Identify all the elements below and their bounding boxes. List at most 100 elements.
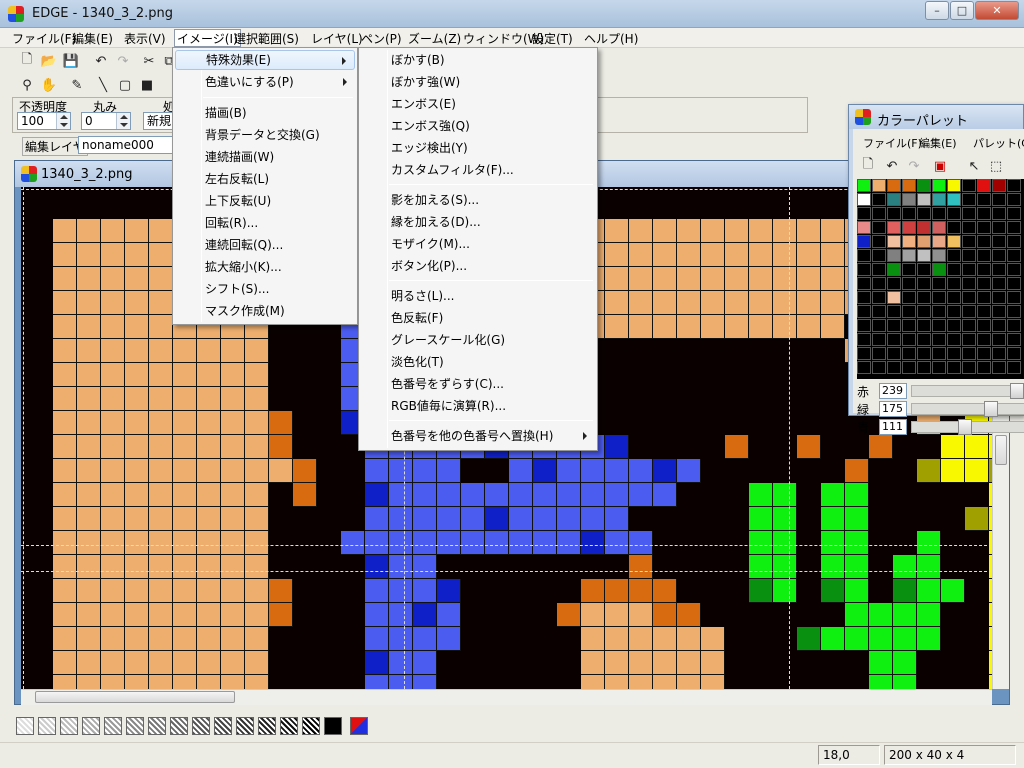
pixel-cell[interactable] (125, 291, 149, 315)
pixel-cell[interactable] (629, 219, 653, 243)
pixel-cell[interactable] (101, 435, 125, 459)
pixel-cell[interactable] (53, 411, 77, 435)
palette-swatch[interactable] (887, 347, 901, 360)
palette-swatch[interactable] (872, 277, 886, 290)
pixel-cell[interactable] (389, 603, 413, 627)
palette-swatch[interactable] (962, 319, 976, 332)
fill-pattern-6[interactable] (148, 717, 166, 735)
pixel-cell[interactable] (749, 507, 773, 531)
pixel-cell[interactable] (245, 483, 269, 507)
pixel-cell[interactable] (773, 579, 797, 603)
pixel-cell[interactable] (533, 531, 557, 555)
pixel-cell[interactable] (797, 267, 821, 291)
pixel-cell[interactable] (173, 627, 197, 651)
new-file-icon[interactable]: 🗋 (18, 52, 36, 70)
pixel-cell[interactable] (653, 627, 677, 651)
line-icon[interactable]: ╲ (94, 76, 112, 94)
pixel-cell[interactable] (197, 579, 221, 603)
fill-pattern-10[interactable] (236, 717, 254, 735)
palette-swatch[interactable] (872, 319, 886, 332)
pixel-cell[interactable] (581, 483, 605, 507)
palette-swatch[interactable] (932, 277, 946, 290)
rgb-slider[interactable] (911, 419, 1024, 435)
pixel-cell[interactable] (845, 483, 869, 507)
palette-pointer-icon[interactable]: ↖ (965, 157, 983, 175)
image-menu-item-7[interactable]: 回転(R)... (175, 213, 355, 233)
palette-swatch[interactable] (917, 235, 931, 248)
palette-swatch[interactable] (962, 347, 976, 360)
palette-swatch[interactable] (992, 277, 1006, 290)
pixel-cell[interactable] (125, 363, 149, 387)
pixel-cell[interactable] (437, 627, 461, 651)
pixel-cell[interactable] (773, 243, 797, 267)
pixel-cell[interactable] (389, 627, 413, 651)
pixel-cell[interactable] (413, 459, 437, 483)
pixel-cell[interactable] (653, 603, 677, 627)
pixel-cell[interactable] (125, 411, 149, 435)
pixel-cell[interactable] (869, 435, 893, 459)
palette-swatch[interactable] (947, 193, 961, 206)
pixel-cell[interactable] (581, 627, 605, 651)
palette-swatch[interactable] (902, 305, 916, 318)
palette-swatch[interactable] (1007, 361, 1021, 374)
pixel-cell[interactable] (677, 627, 701, 651)
pixel-cell[interactable] (413, 675, 437, 689)
pixel-cell[interactable] (389, 507, 413, 531)
pixel-cell[interactable] (221, 603, 245, 627)
pixel-cell[interactable] (557, 603, 581, 627)
pixel-cell[interactable] (629, 459, 653, 483)
pixel-cell[interactable] (173, 531, 197, 555)
pixel-cell[interactable] (149, 339, 173, 363)
pixel-cell[interactable] (437, 507, 461, 531)
pixel-cell[interactable] (653, 219, 677, 243)
pixel-cell[interactable] (77, 507, 101, 531)
pixel-cell[interactable] (821, 291, 845, 315)
rgb-slider-thumb[interactable] (1010, 383, 1024, 399)
pixel-cell[interactable] (77, 411, 101, 435)
pixel-cell[interactable] (629, 531, 653, 555)
pixel-cell[interactable] (53, 483, 77, 507)
pixel-cell[interactable] (941, 579, 965, 603)
pixel-cell[interactable] (197, 507, 221, 531)
pixel-cell[interactable] (125, 219, 149, 243)
pixel-cell[interactable] (365, 651, 389, 675)
pixel-cell[interactable] (845, 459, 869, 483)
effects-menu-item-8[interactable]: モザイク(M)... (361, 234, 595, 254)
open-folder-icon[interactable]: 📂 (40, 52, 58, 70)
pixel-cell[interactable] (509, 483, 533, 507)
pixel-cell[interactable] (125, 339, 149, 363)
rgb-value-field[interactable]: 239 (879, 383, 907, 399)
pixel-cell[interactable] (221, 483, 245, 507)
palette-swatch[interactable] (902, 333, 916, 346)
pixel-cell[interactable] (245, 435, 269, 459)
pixel-cell[interactable] (749, 579, 773, 603)
palette-swatch[interactable] (962, 221, 976, 234)
pixel-cell[interactable] (581, 651, 605, 675)
minimize-button[interactable]: – (925, 1, 949, 20)
pixel-cell[interactable] (605, 507, 629, 531)
palette-swatch[interactable] (872, 221, 886, 234)
palette-swatch[interactable] (977, 333, 991, 346)
palette-swatch[interactable] (977, 249, 991, 262)
pixel-cell[interactable] (125, 579, 149, 603)
pixel-cell[interactable] (149, 315, 173, 339)
pixel-cell[interactable] (701, 651, 725, 675)
image-menu-item-2[interactable]: 描画(B) (175, 103, 355, 123)
menu-zoom[interactable]: ズーム(Z) (408, 30, 461, 47)
palette-swatch[interactable] (857, 263, 871, 276)
pixel-cell[interactable] (245, 579, 269, 603)
pixel-cell[interactable] (749, 531, 773, 555)
pixel-cell[interactable] (101, 483, 125, 507)
pixel-cell[interactable] (821, 531, 845, 555)
pixel-cell[interactable] (77, 531, 101, 555)
palette-swatch[interactable] (962, 179, 976, 192)
pixel-cell[interactable] (869, 675, 893, 689)
palette-swatch[interactable] (947, 333, 961, 346)
pixel-cell[interactable] (77, 627, 101, 651)
process-field[interactable]: 新規 (143, 112, 173, 130)
palette-swatch[interactable] (962, 235, 976, 248)
pixel-cell[interactable] (653, 579, 677, 603)
pixel-cell[interactable] (365, 555, 389, 579)
effects-menu-item-11[interactable]: 色反転(F) (361, 308, 595, 328)
pixel-cell[interactable] (845, 579, 869, 603)
